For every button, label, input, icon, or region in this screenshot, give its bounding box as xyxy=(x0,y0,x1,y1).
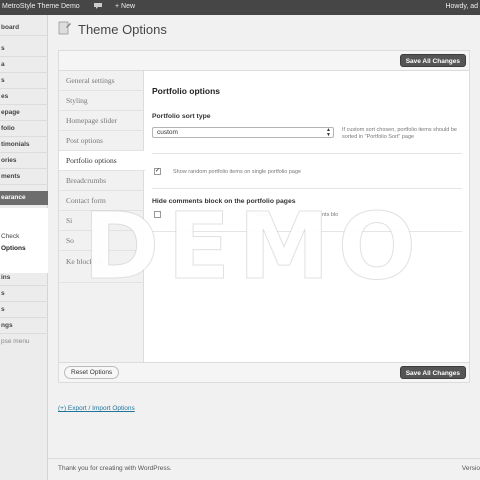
tab-breadcrumbs[interactable]: Breadcrumbs xyxy=(59,171,144,191)
appearance-submenu: Check Options xyxy=(0,208,48,273)
page-title: Theme Options xyxy=(78,22,167,37)
save-all-changes-button-top[interactable]: Save All Changes xyxy=(399,54,466,67)
tab-contact-form[interactable]: Contact form xyxy=(59,191,144,211)
panel-footer: Reset Options Save All Changes xyxy=(59,362,469,382)
sort-select-value: custom xyxy=(157,129,178,136)
admin-bar: MetroStyle Theme Demo + New Howdy, ad xyxy=(0,0,480,15)
account-menu[interactable]: Howdy, ad xyxy=(445,3,478,10)
divider xyxy=(152,153,462,154)
menu-item-appearance[interactable]: earance xyxy=(0,191,48,205)
menu-item-categories[interactable]: ories xyxy=(0,153,48,169)
hide-comments-label-part-b: nts blo xyxy=(322,212,339,218)
site-name-link[interactable]: MetroStyle Theme Demo xyxy=(2,3,80,10)
sort-help-text: If custom sort chosen, portfolio items s… xyxy=(342,127,457,140)
footer-divider xyxy=(48,458,480,459)
export-import-link[interactable]: (+) Export / Import Options xyxy=(58,405,135,412)
random-portfolio-checkbox[interactable]: ✓ xyxy=(154,168,161,175)
section-title: Portfolio options xyxy=(152,86,220,96)
menu-item-dashboard[interactable]: board xyxy=(0,20,48,36)
divider xyxy=(152,231,462,232)
options-tabs: General settings Styling Homepage slider… xyxy=(59,71,145,363)
tab-homepage-slider[interactable]: Homepage slider xyxy=(59,111,144,131)
tab-general-settings[interactable]: General settings xyxy=(59,71,144,91)
appearance-icon xyxy=(58,21,72,36)
menu-item-links[interactable]: s xyxy=(0,73,48,89)
tab-so[interactable]: So xyxy=(59,231,144,251)
tab-si[interactable]: Si xyxy=(59,211,144,231)
hide-comments-title: Hide comments block on the portfolio pag… xyxy=(152,198,296,205)
menu-item-comments[interactable]: ments xyxy=(0,169,48,185)
menu-item-pages[interactable]: es xyxy=(0,89,48,105)
collapse-menu-button[interactable]: pse menu xyxy=(1,338,30,345)
portfolio-sort-select[interactable]: custom ▲ ▼ xyxy=(152,127,334,138)
hide-comments-checkbox[interactable] xyxy=(154,211,161,218)
sort-type-label: Portfolio sort type xyxy=(152,113,211,120)
new-content-link[interactable]: + New xyxy=(115,3,135,10)
footer-version-text: Versio xyxy=(461,465,480,472)
reset-options-button[interactable]: Reset Options xyxy=(64,366,120,379)
options-panel: Save All Changes General settings Stylin… xyxy=(58,50,470,383)
hide-comments-label-part-a: t to l xyxy=(257,212,268,218)
menu-item-homepage[interactable]: epage xyxy=(0,105,48,121)
submenu-item-theme-options[interactable]: Options xyxy=(1,245,26,252)
tab-portfolio-options[interactable]: Portfolio options xyxy=(59,151,145,171)
menu-item-plugins[interactable]: ins xyxy=(0,270,48,286)
select-arrows-icon: ▲ ▼ xyxy=(326,127,331,138)
menu-item-testimonials[interactable]: timonials xyxy=(0,137,48,153)
random-portfolio-label: Show random portfolio items on single po… xyxy=(173,169,302,175)
menu-item-portfolio[interactable]: folio xyxy=(0,121,48,137)
submenu-item-check[interactable]: Check xyxy=(1,233,19,240)
menu-item-media[interactable]: a xyxy=(0,57,48,73)
menu-item-settings[interactable]: ngs xyxy=(0,318,48,334)
menu-item-posts[interactable]: s xyxy=(0,41,48,57)
divider xyxy=(152,188,462,189)
admin-sidebar: board s a s es epage folio timonials ori… xyxy=(0,15,48,480)
save-all-changes-button-bottom[interactable]: Save All Changes xyxy=(399,366,466,379)
menu-item-tools[interactable]: s xyxy=(0,302,48,318)
menu-item-users[interactable]: s xyxy=(0,286,48,302)
panel-header: Save All Changes xyxy=(59,51,469,71)
tab-content: Portfolio options Portfolio sort type cu… xyxy=(145,71,469,363)
tab-post-options[interactable]: Post options xyxy=(59,131,144,151)
footer-thanks-text: Thank you for creating with WordPress. xyxy=(58,465,172,472)
tab-styling[interactable]: Styling xyxy=(59,91,144,111)
tab-ke-block[interactable]: Ke block co xyxy=(59,251,144,283)
new-label: New xyxy=(121,3,136,10)
comment-icon[interactable] xyxy=(93,1,103,11)
